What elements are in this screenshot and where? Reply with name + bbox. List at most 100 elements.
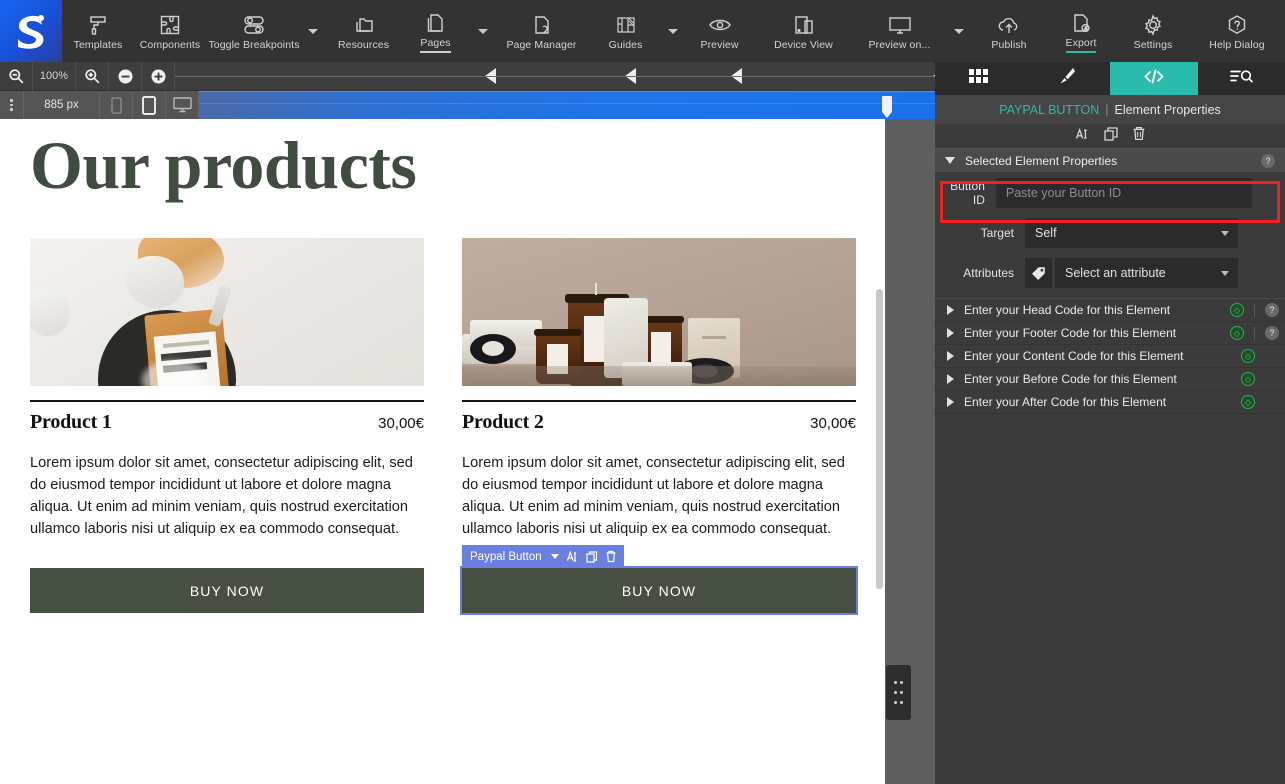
panel-title-element-name: PAYPAL BUTTON [999, 102, 1100, 117]
kebab-menu-icon[interactable] [0, 91, 24, 119]
product-name: Product 1 [30, 411, 112, 433]
plus-circle-icon[interactable] [142, 61, 175, 91]
breakpoint-marker[interactable] [731, 67, 742, 84]
toolbar-components[interactable]: Components [134, 0, 206, 62]
toolbar-toggle-breakpoints[interactable]: Toggle Breakpoints [206, 0, 302, 62]
desktop-icon[interactable] [166, 91, 199, 119]
breakpoint-handle-icon[interactable] [882, 96, 892, 118]
monitor-icon [887, 11, 913, 37]
buy-now-button[interactable]: BUY NOW [30, 568, 424, 613]
attributes-label: Attributes [963, 266, 1014, 280]
application-window: Templates Components Toggle Breakpoints … [0, 0, 1285, 784]
code-row-label: Enter your Footer Code for this Element [964, 326, 1177, 340]
folders-icon [352, 11, 376, 37]
code-row-label: Enter your Head Code for this Element [964, 303, 1171, 317]
code-indicator-icon[interactable]: ◇ [1230, 326, 1244, 340]
code-row-head[interactable]: Enter your Head Code for this Element ◇ … [935, 299, 1285, 322]
toolbar-pages[interactable]: Pages [400, 0, 472, 62]
toolbar-breakpoints-caret[interactable] [302, 0, 324, 62]
panel-tab-grid[interactable] [935, 62, 1023, 95]
product-card: Product 1 30,00€ Lorem ipsum dolor sit a… [30, 238, 424, 613]
buy-now-button[interactable]: BUY NOW [460, 566, 858, 615]
code-indicator-icon[interactable]: ◇ [1241, 349, 1255, 363]
help-icon[interactable]: ? [1265, 326, 1279, 340]
duplicate-icon[interactable] [1103, 126, 1118, 146]
toolbar-device-view[interactable]: Device View [756, 0, 852, 62]
text-cursor-icon[interactable] [1075, 127, 1090, 146]
toolbar-page-manager[interactable]: Page Manager [494, 0, 590, 62]
chevron-down-icon[interactable] [550, 554, 559, 559]
trash-icon[interactable] [605, 550, 617, 563]
toolbar-pages-caret[interactable] [472, 0, 494, 62]
panel-tab-search[interactable] [1198, 62, 1285, 95]
ruler-track[interactable] [175, 62, 944, 91]
toolbar-settings[interactable]: Settings [1117, 0, 1189, 62]
button-id-label: Button ID [950, 179, 985, 207]
toolbar-preview-label: Preview [700, 39, 739, 51]
tag-icon[interactable] [1025, 258, 1052, 288]
toolbar-guides-caret[interactable] [662, 0, 684, 62]
toolbar-resources[interactable]: Resources [328, 0, 400, 62]
toolbar-help-dialog[interactable]: Help Dialog [1189, 0, 1285, 62]
publish-cloud-icon [996, 11, 1022, 37]
code-row-before[interactable]: Enter your Before Code for this Element … [935, 368, 1285, 391]
code-icon [1143, 68, 1165, 90]
panel-title-separator: | [1105, 102, 1109, 117]
breakpoint-width-value[interactable]: 885 px [24, 91, 100, 119]
gear-icon [1141, 11, 1165, 37]
chevron-down-icon [667, 28, 678, 34]
attributes-select[interactable]: Select an attribute [1055, 258, 1238, 288]
target-select[interactable]: Self [1025, 218, 1238, 248]
filter-search-icon [1229, 68, 1253, 89]
target-value: Self [1035, 226, 1057, 240]
product-image[interactable] [462, 238, 856, 386]
chevron-right-icon [947, 374, 954, 384]
dots-drag-handle-icon[interactable] [886, 665, 911, 720]
element-selection-badge[interactable]: Paypal Button [462, 545, 624, 568]
product-header-row: Product 1 30,00€ [30, 400, 424, 434]
toolbar-templates[interactable]: Templates [62, 0, 134, 62]
button-id-input[interactable]: Paste your Button ID [995, 178, 1252, 208]
toolbar-templates-label: Templates [73, 39, 123, 51]
zoom-level[interactable]: 100% [33, 61, 76, 91]
code-row-footer[interactable]: Enter your Footer Code for this Element … [935, 322, 1285, 345]
toolbar-guides[interactable]: Guides [590, 0, 662, 62]
breakpoint-marker[interactable] [625, 67, 636, 84]
breakpoint-marker[interactable] [485, 67, 496, 84]
toolbar-preview-on[interactable]: Preview on... [852, 0, 948, 62]
toolbar-export[interactable]: Export [1045, 0, 1117, 62]
product-grid: Product 1 30,00€ Lorem ipsum dolor sit a… [0, 238, 885, 615]
code-row-content[interactable]: Enter your Content Code for this Element… [935, 345, 1285, 368]
page-title: Our products [30, 127, 417, 203]
help-icon[interactable]: ? [1265, 303, 1279, 317]
selected-element-properties-header[interactable]: Selected Element Properties ? [935, 148, 1285, 172]
code-indicator-icon[interactable]: ◇ [1241, 395, 1255, 409]
page-manager-icon [530, 11, 554, 37]
help-icon[interactable]: ? [1261, 153, 1275, 168]
duplicate-icon[interactable] [586, 550, 598, 563]
buy-button-wrapper: BUY NOW [30, 568, 424, 613]
app-logo-icon[interactable] [0, 0, 62, 62]
tablet-icon[interactable] [133, 91, 166, 119]
toolbar-preview-on-caret[interactable] [948, 0, 970, 62]
code-indicator-icon[interactable]: ◇ [1230, 303, 1244, 317]
toolbar-publish[interactable]: Publish [973, 0, 1045, 62]
zoom-in-magnifier-icon[interactable] [76, 61, 109, 91]
toolbar-preview[interactable]: Preview [684, 0, 756, 62]
toolbar-settings-label: Settings [1133, 39, 1173, 51]
panel-tab-style[interactable] [1023, 62, 1111, 95]
toolbar-center-group: Resources Pages Page Manager Guides Prev… [328, 0, 970, 62]
canvas-vertical-scrollbar[interactable] [876, 289, 883, 589]
chevron-down-icon [953, 28, 964, 34]
breakpoint-range-bar[interactable] [199, 91, 935, 119]
panel-tab-code[interactable] [1110, 62, 1198, 95]
code-indicator-icon[interactable]: ◇ [1241, 372, 1255, 386]
trash-icon[interactable] [1132, 126, 1146, 146]
product-image[interactable] [30, 238, 424, 386]
phone-icon[interactable] [100, 91, 133, 119]
zoom-out-magnifier-icon[interactable] [0, 61, 33, 91]
minus-circle-icon[interactable] [109, 61, 142, 91]
text-cursor-icon[interactable] [566, 550, 579, 563]
code-row-after[interactable]: Enter your After Code for this Element ◇ [935, 391, 1285, 414]
puzzle-icon [158, 11, 182, 37]
